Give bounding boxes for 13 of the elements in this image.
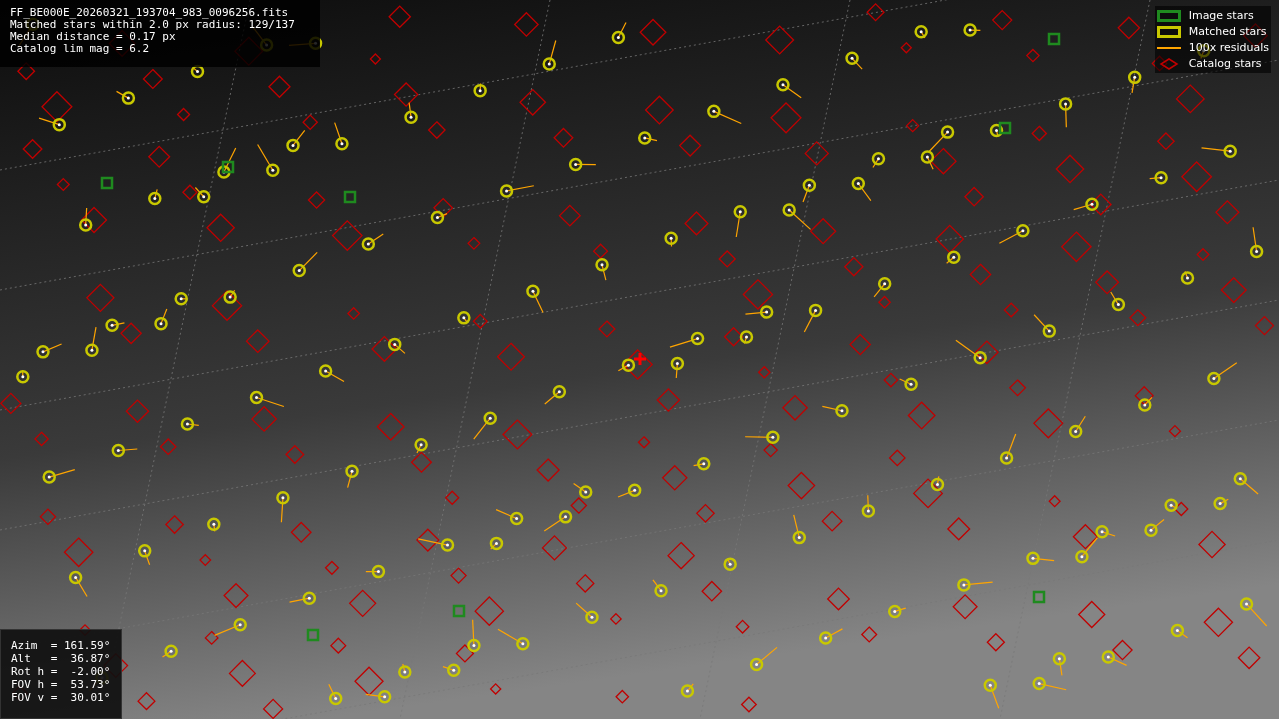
legend-label: 100x residuals [1188,40,1269,55]
info-text: Catalog lim mag = 6.2 [10,43,151,55]
legend-label: Catalog stars [1188,56,1262,71]
info-text: Median distance = 0.17 px [10,31,177,43]
info-text: Matched stars within 2.0 px radius: 129/137 [10,19,296,31]
pointing-text: FOV v = 30.01° [11,692,111,704]
legend-label: Image stars [1188,8,1254,23]
info-text: FF_BE000E_20260321_193704_983_0096256.fits [10,7,290,19]
legend-label: Matched stars [1188,24,1267,39]
pointing-text: FOV h = 53.73° [11,679,111,691]
pointing-text: Rot h = -2.00° [11,666,111,678]
pointing-text: Alt = 36.87° [11,653,111,665]
pointing-text: Azim = 161.59° [11,640,111,652]
